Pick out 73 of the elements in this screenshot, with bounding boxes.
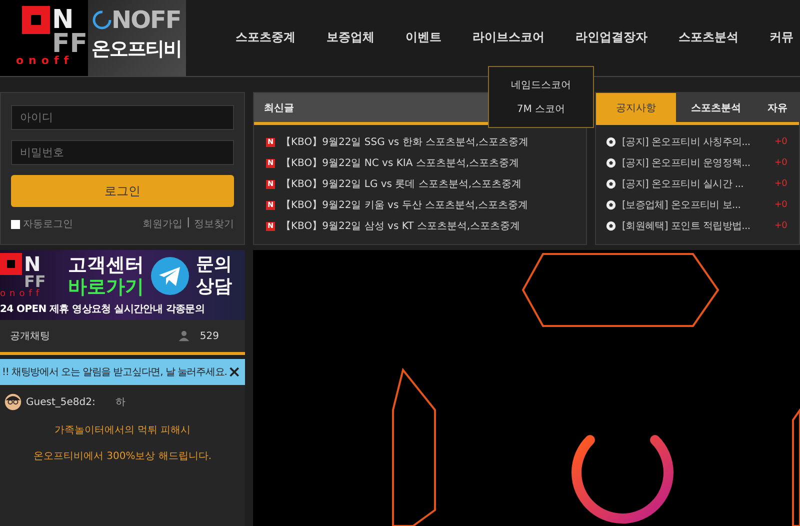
notice-link[interactable]: [공지] 온오프티비 운영정책... — [622, 156, 768, 170]
square-icon — [22, 6, 50, 34]
nav-link[interactable]: 이벤트 — [406, 28, 442, 46]
chat-username: Guest_5e8d2: — [26, 396, 96, 408]
chat-message: 가족놀이터에서의 먹튀 피해시 — [53, 424, 192, 437]
nav-link[interactable]: 보증업체 — [326, 28, 375, 46]
onoff-logo[interactable]: N FF onoff — [0, 0, 88, 76]
comment-count: +0 — [774, 137, 787, 147]
chat-message: 하 — [115, 396, 126, 409]
nav-link[interactable]: 스포츠중계 — [236, 28, 296, 46]
comment-count: +0 — [774, 200, 787, 210]
soccer-ball-icon — [606, 200, 616, 210]
power-ring-icon — [92, 10, 112, 30]
checkbox[interactable] — [11, 220, 20, 228]
password-field[interactable]: 비밀번호 — [11, 140, 234, 165]
checkbox-label: 자동로그인 — [23, 218, 73, 231]
banner-label: 상담 — [196, 276, 232, 298]
avatar-icon — [4, 393, 22, 411]
notice-link[interactable]: [공지] 온오프티비 실시간 ... — [622, 177, 768, 191]
logo-caption: onoff — [16, 54, 75, 68]
find-account-link[interactable]: 정보찾기 — [194, 217, 234, 231]
video-player[interactable] — [253, 250, 800, 526]
notice-text: !! 채팅방에서 오는 알림을 받고싶다면, 날 눌러주세요. — [2, 366, 227, 379]
login-button[interactable]: 로그인 — [11, 175, 234, 207]
board-tab[interactable]: 자유 — [756, 93, 799, 122]
soccer-ball-icon — [606, 158, 616, 168]
user-icon — [178, 330, 190, 342]
post-link[interactable]: 【KBO】9월22일 SSG vs 한화 스포츠분석,스포츠중계 — [281, 135, 529, 149]
notice-link[interactable]: [회원혜택] 포인트 적립방법... — [622, 219, 768, 233]
board-tab[interactable]: 스포츠분석 — [676, 93, 756, 122]
nav-link[interactable]: 라인업결장자 — [576, 28, 648, 46]
close-button[interactable]: × — [228, 364, 241, 380]
nav-link[interactable]: 스포츠분석 — [678, 28, 739, 46]
comment-count: +0 — [774, 179, 787, 189]
site-logo[interactable]: NOFF 온오프티비 — [88, 0, 186, 76]
dropdown-item[interactable]: 네임드스코어 — [511, 78, 571, 92]
logo-letters: FF — [24, 275, 47, 289]
banner-title: 고객센터 — [68, 254, 144, 276]
logo-name: 온오프티비 — [92, 37, 182, 62]
comment-count: +0 — [774, 221, 787, 231]
board-tab[interactable]: 공지사항 — [596, 93, 676, 122]
nav-link[interactable]: 라이브스코어 — [472, 28, 545, 46]
dropdown-item[interactable]: 7M 스코어 — [516, 102, 566, 116]
banner-label: 문의 — [196, 254, 232, 276]
logo-letters: N — [52, 8, 74, 32]
id-field[interactable]: 아이디 — [11, 105, 234, 130]
comment-count: +0 — [774, 158, 787, 168]
paper-plane-icon — [150, 256, 190, 296]
chat-message: 온오프티비에서 300%보상 해드립니다. — [32, 450, 213, 463]
banner-ticker: 24 OPEN 제휴 영상요청 실시간안내 각종문의 — [0, 303, 205, 317]
support-banner[interactable]: N FF onoff 고객센터 바로가기 문의 상담 24 OPEN 제휴 영상요청 실시간안내 각종문의 — [0, 250, 245, 320]
separator: | — [186, 217, 190, 230]
chat-notice[interactable]: !! 채팅방에서 오는 알림을 받고싶다면, 날 눌러주세요.× — [0, 359, 245, 385]
banner-subtitle: 바로가기 — [68, 276, 144, 298]
logo-wordmark: NOFF — [112, 6, 181, 34]
logo-caption: onoff — [0, 289, 44, 299]
logo-letters: FF — [52, 34, 88, 54]
soccer-ball-icon — [606, 137, 616, 147]
post-link[interactable]: 【KBO】9월22일 키움 vs 두산 스포츠분석,스포츠중계 — [281, 198, 528, 212]
post-link[interactable]: 【KBO】9월22일 NC vs KIA 스포츠분석,스포츠중계 — [281, 156, 520, 170]
signup-link[interactable]: 회원가입 — [142, 217, 183, 231]
soccer-ball-icon — [606, 221, 616, 231]
soccer-ball-icon — [606, 179, 616, 189]
chat-title: 공개채팅 — [10, 330, 50, 343]
panel-title: 최신글 — [264, 102, 294, 114]
post-link[interactable]: 【KBO】9월22일 삼성 vs KT 스포츠분석,스포츠중계 — [281, 219, 520, 233]
post-link[interactable]: 【KBO】9월22일 LG vs 롯데 스포츠분석,스포츠중계 — [281, 177, 522, 191]
user-count: 529 — [200, 330, 219, 342]
logo-letters: N — [24, 254, 41, 274]
notice-link[interactable]: [보증업체] 온오프티비 보... — [622, 198, 768, 212]
square-icon — [0, 253, 22, 275]
nav-link[interactable]: 커뮤 — [770, 28, 794, 46]
notice-link[interactable]: [공지] 온오프티비 사칭주의... — [622, 135, 768, 149]
